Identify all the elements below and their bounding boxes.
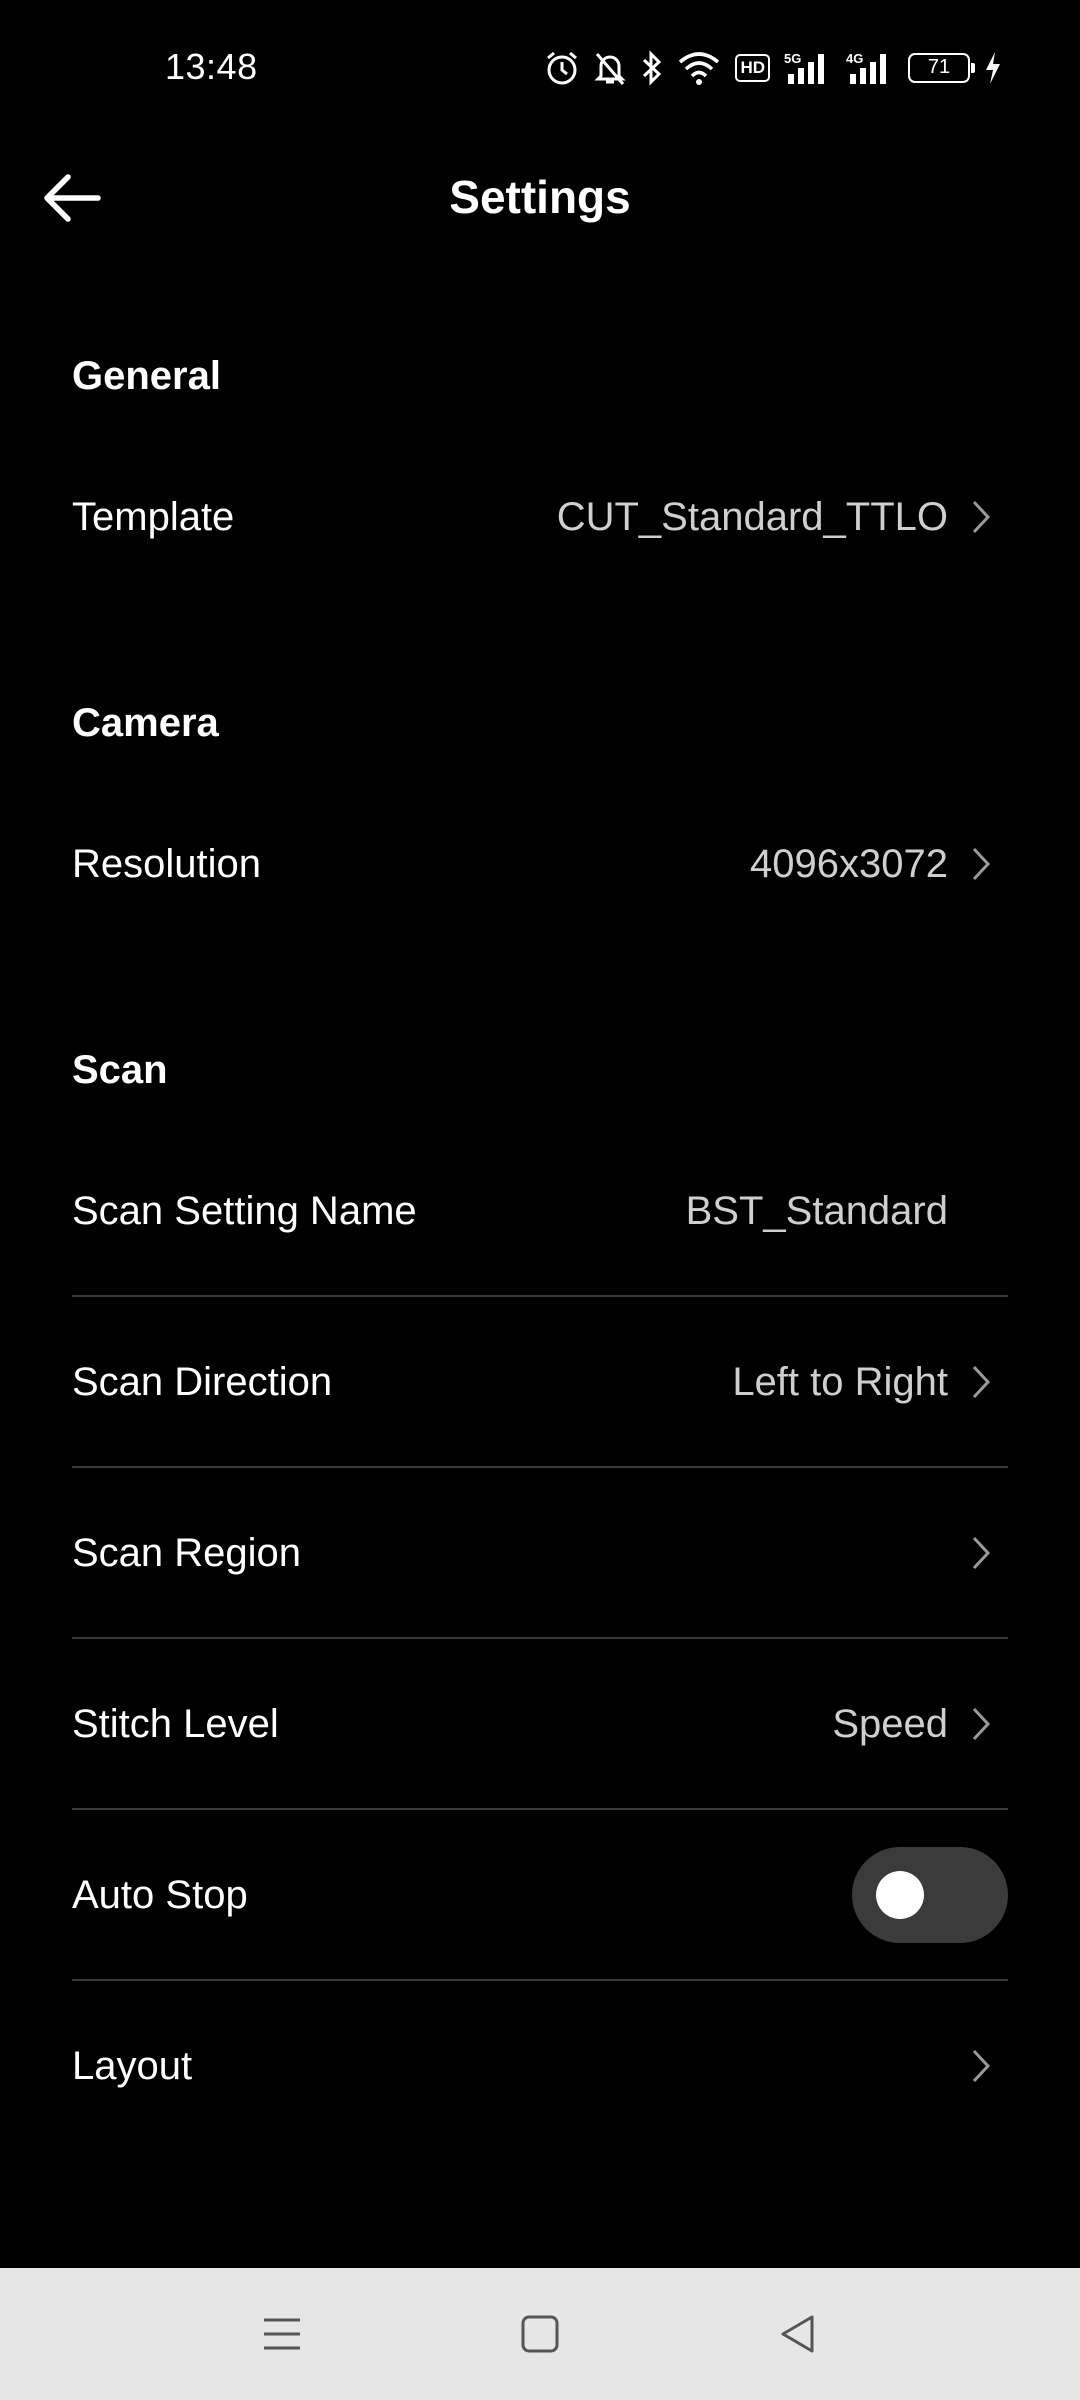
auto-stop-label: Auto Stop <box>72 1872 248 1917</box>
section-header-scan: Scan <box>72 1048 168 1092</box>
divider <box>72 1466 1008 1468</box>
scan-setting-name-value: BST_Standard <box>685 1188 948 1233</box>
layout-label: Layout <box>72 2043 193 2088</box>
stitch-level-value: Speed <box>832 1701 948 1746</box>
resolution-label: Resolution <box>72 841 262 886</box>
scan-region-row[interactable]: Scan Region <box>72 1498 1008 1608</box>
home-icon <box>521 2315 559 2353</box>
resolution-value: 4096x3072 <box>750 841 948 886</box>
app-bar: Settings <box>0 140 1080 250</box>
hd-icon: HD <box>735 54 770 82</box>
chevron-right-icon <box>966 1533 996 1573</box>
svg-text:5G: 5G <box>784 51 801 66</box>
alarm-icon <box>545 50 579 86</box>
chevron-right-icon <box>966 844 996 884</box>
wifi-icon <box>677 50 721 86</box>
scan-setting-name-label: Scan Setting Name <box>72 1188 417 1233</box>
chevron-right-icon <box>966 497 996 537</box>
stitch-level-label: Stitch Level <box>72 1701 279 1746</box>
scan-direction-row[interactable]: Scan Direction Left to Right <box>72 1327 1008 1437</box>
toggle-knob <box>876 1871 924 1919</box>
home-button[interactable] <box>510 2304 570 2364</box>
template-value: CUT_Standard_TTLO <box>556 494 948 539</box>
nav-back-button[interactable] <box>768 2304 828 2364</box>
stitch-level-row[interactable]: Stitch Level Speed <box>72 1669 1008 1779</box>
scan-direction-value: Left to Right <box>732 1359 948 1404</box>
auto-stop-row: Auto Stop <box>72 1840 1008 1950</box>
scan-setting-name-row[interactable]: Scan Setting Name BST_Standard <box>72 1156 1008 1266</box>
status-icons: HD 5G 4G 71 <box>545 48 1002 88</box>
system-nav-bar <box>0 2268 1080 2400</box>
auto-stop-toggle[interactable] <box>852 1847 1008 1943</box>
mute-icon <box>593 50 627 86</box>
scan-direction-label: Scan Direction <box>72 1359 333 1404</box>
svg-text:4G: 4G <box>846 51 863 66</box>
layout-row[interactable]: Layout <box>72 2011 1008 2121</box>
section-header-general: General <box>72 354 221 398</box>
divider <box>72 1979 1008 1981</box>
bluetooth-icon <box>641 50 663 86</box>
page-title: Settings <box>449 171 631 223</box>
divider <box>72 1637 1008 1639</box>
status-time: 13:48 <box>165 46 258 87</box>
resolution-row[interactable]: Resolution 4096x3072 <box>72 809 1008 919</box>
divider <box>72 1295 1008 1297</box>
recents-button[interactable] <box>252 2304 312 2364</box>
signal-4g-icon: 4G <box>846 50 894 86</box>
template-label: Template <box>72 494 235 539</box>
menu-icon <box>264 2318 300 2350</box>
status-bar: 13:48 HD 5G 4G 71 <box>0 0 1080 140</box>
chevron-right-icon <box>966 1362 996 1402</box>
scan-region-label: Scan Region <box>72 1530 302 1575</box>
chevron-right-icon <box>966 1704 996 1744</box>
template-row[interactable]: Template CUT_Standard_TTLO <box>72 462 1008 572</box>
section-header-camera: Camera <box>72 701 219 745</box>
charging-icon <box>984 50 1002 86</box>
back-triangle-icon <box>781 2315 814 2353</box>
divider <box>72 1808 1008 1810</box>
signal-5g-icon: 5G <box>784 50 832 86</box>
battery-icon: 71 <box>908 53 975 83</box>
chevron-right-icon <box>966 2046 996 2086</box>
